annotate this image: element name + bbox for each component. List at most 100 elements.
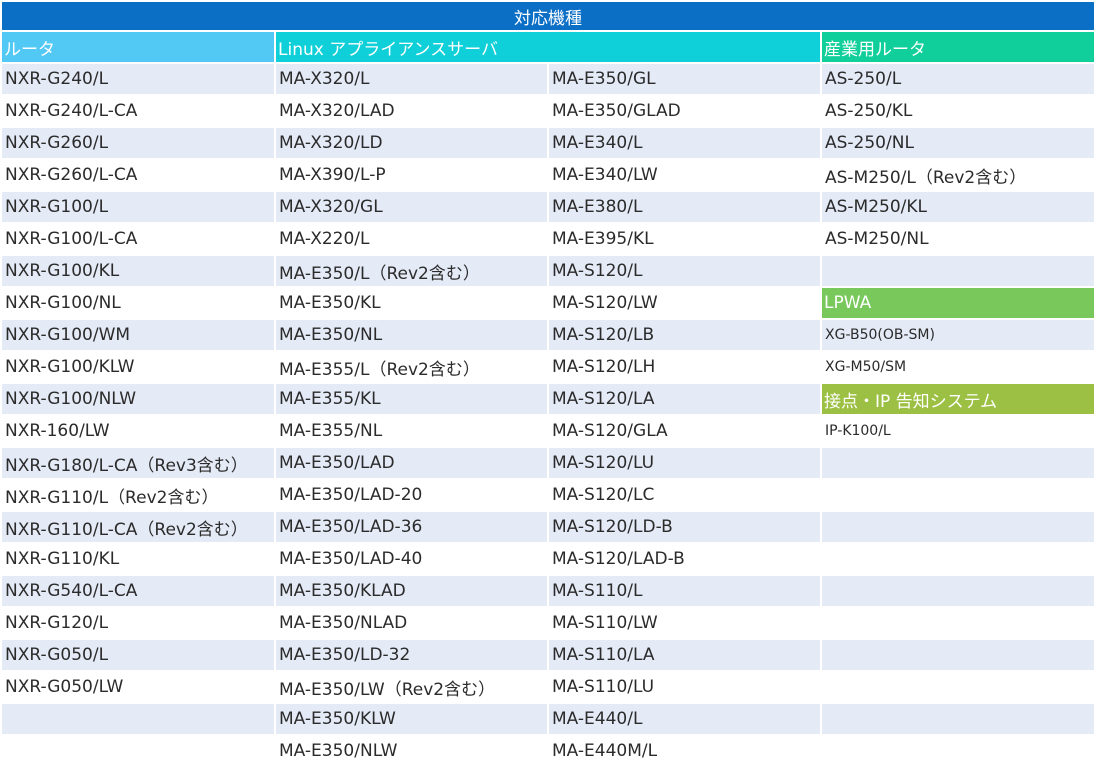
linux-model-cell: MA-S110/LU xyxy=(549,672,820,702)
router-model-cell xyxy=(2,704,274,734)
table-row: NXR-G110/L-CA（Rev2含む） MA-E350/LAD-36 MA-S1… xyxy=(2,512,1094,542)
linux-model-cell: MA-S120/LAD-B xyxy=(549,544,820,574)
table-row: NXR-G100/NL MA-E350/KL MA-S120/LW LPWA xyxy=(2,288,1094,318)
alarm-model-cell xyxy=(822,448,1094,478)
table-row: NXR-G050/LW MA-E350/LW（Rev2含む） MA-S110/LU xyxy=(2,672,1094,702)
linux-model-cell: MA-S120/LW xyxy=(549,288,820,318)
alarm-model-cell xyxy=(822,512,1094,542)
table-row: NXR-G100/NLW MA-E355/KL MA-S120/LA 接点・IP 告知… xyxy=(2,384,1094,414)
alarm-model-cell xyxy=(822,576,1094,606)
linux-model-cell: MA-E380/L xyxy=(549,192,820,222)
table-row: NXR-160/LW MA-E355/NL MA-S120/GLA IP-K100/L xyxy=(2,416,1094,446)
table-row: MA-E350/NLW MA-E440M/L xyxy=(2,736,1094,766)
table-row: NXR-G240/L MA-X320/L MA-E350/GL AS-250/L xyxy=(2,64,1094,94)
linux-model-cell: MA-E350/NLW xyxy=(276,736,547,766)
linux-model-cell: MA-S120/LB xyxy=(549,320,820,350)
alarm-system-header: 接点・IP 告知システム xyxy=(822,384,1094,414)
table-row: NXR-G260/L-CA MA-X390/L-P MA-E340/LW AS-M25… xyxy=(2,160,1094,190)
router-model-cell: NXR-G100/KLW xyxy=(2,352,274,382)
industrial-model-cell: AS-250/NL xyxy=(822,128,1094,158)
table-row: MA-E350/KLW MA-E440/L xyxy=(2,704,1094,734)
alarm-model-cell xyxy=(822,640,1094,670)
router-model-cell: NXR-G240/L xyxy=(2,64,274,94)
table-row: NXR-G110/L（Rev2含む） MA-E350/LAD-20 MA-S120/… xyxy=(2,480,1094,510)
router-model-cell: NXR-G100/WM xyxy=(2,320,274,350)
linux-model-cell: MA-E355/L（Rev2含む） xyxy=(276,352,547,382)
table-row: NXR-G260/L MA-X320/LD MA-E340/L AS-250/NL xyxy=(2,128,1094,158)
linux-model-cell: MA-S120/L xyxy=(549,256,820,286)
linux-model-cell: MA-X220/L xyxy=(276,224,547,254)
table-row: NXR-G110/KL MA-E350/LAD-40 MA-S120/LAD-B xyxy=(2,544,1094,574)
linux-model-cell: MA-E340/LW xyxy=(549,160,820,190)
lpwa-model-cell: XG-B50(OB-SM) xyxy=(822,320,1094,350)
linux-model-cell: MA-X320/LD xyxy=(276,128,547,158)
router-model-cell: NXR-G110/KL xyxy=(2,544,274,574)
linux-model-cell: MA-S120/LU xyxy=(549,448,820,478)
table-row: NXR-G100/WM MA-E350/NL MA-S120/LB XG-B50(OB… xyxy=(2,320,1094,350)
router-model-cell: NXR-G050/L xyxy=(2,640,274,670)
linux-model-cell: MA-X390/L-P xyxy=(276,160,547,190)
table-row: NXR-G180/L-CA（Rev3含む） MA-E350/LAD MA-S120/… xyxy=(2,448,1094,478)
table-row: NXR-G100/KLW MA-E355/L（Rev2含む） MA-S120/LH X… xyxy=(2,352,1094,382)
model-rows: NXR-G240/L MA-X320/L MA-E350/GL AS-250/L NXR… xyxy=(2,64,1094,766)
table-row: NXR-G100/KL MA-E350/L（Rev2含む） MA-S120/L xyxy=(2,256,1094,286)
router-model-cell: NXR-G100/L xyxy=(2,192,274,222)
industrial-model-cell: AS-M250/KL xyxy=(822,192,1094,222)
industrial-model-cell: AS-M250/NL xyxy=(822,224,1094,254)
table-row: NXR-G050/L MA-E350/LD-32 MA-S110/LA xyxy=(2,640,1094,670)
linux-model-cell: MA-S110/LW xyxy=(549,608,820,638)
alarm-model-cell xyxy=(822,608,1094,638)
industrial-model-cell xyxy=(822,256,1094,286)
alarm-model-cell xyxy=(822,544,1094,574)
linux-model-cell: MA-X320/LAD xyxy=(276,96,547,126)
supported-models-table: 対応機種 ルータ Linux アプライアンスサーバ 産業用ルータ NXR-G24… xyxy=(0,0,1096,768)
alarm-model-cell: IP-K100/L xyxy=(822,416,1094,446)
router-model-cell: NXR-G100/NL xyxy=(2,288,274,318)
router-model-cell: NXR-G100/KL xyxy=(2,256,274,286)
linux-model-cell: MA-E395/KL xyxy=(549,224,820,254)
router-model-cell: NXR-G540/L-CA xyxy=(2,576,274,606)
linux-model-cell: MA-S110/LA xyxy=(549,640,820,670)
router-model-cell: NXR-G120/L xyxy=(2,608,274,638)
router-model-cell: NXR-G100/NLW xyxy=(2,384,274,414)
linux-model-cell: MA-E350/LW（Rev2含む） xyxy=(276,672,547,702)
industrial-model-cell: AS-250/KL xyxy=(822,96,1094,126)
linux-model-cell: MA-E350/L（Rev2含む） xyxy=(276,256,547,286)
linux-model-cell: MA-E350/GL xyxy=(549,64,820,94)
router-model-cell: NXR-G100/L-CA xyxy=(2,224,274,254)
linux-model-cell: MA-S110/L xyxy=(549,576,820,606)
linux-model-cell: MA-S120/LA xyxy=(549,384,820,414)
linux-model-cell: MA-E350/LAD xyxy=(276,448,547,478)
industrial-model-cell: AS-M250/L（Rev2含む） xyxy=(822,160,1094,190)
table-row: NXR-G240/L-CA MA-X320/LAD MA-E350/GLAD AS-2… xyxy=(2,96,1094,126)
table-row: NXR-G540/L-CA MA-E350/KLAD MA-S110/L xyxy=(2,576,1094,606)
linux-model-cell: MA-E350/KLAD xyxy=(276,576,547,606)
industrial-model-cell: AS-250/L xyxy=(822,64,1094,94)
linux-model-cell: MA-E355/NL xyxy=(276,416,547,446)
alarm-model-cell xyxy=(822,672,1094,702)
linux-model-cell: MA-X320/GL xyxy=(276,192,547,222)
industrial-router-header: 産業用ルータ xyxy=(822,32,1094,62)
router-model-cell: NXR-G110/L-CA（Rev2含む） xyxy=(2,512,274,542)
router-model-cell: NXR-G110/L（Rev2含む） xyxy=(2,480,274,510)
router-model-cell xyxy=(2,736,274,766)
linux-model-cell: MA-E350/LAD-40 xyxy=(276,544,547,574)
linux-model-cell: MA-E355/KL xyxy=(276,384,547,414)
linux-model-cell: MA-E350/NL xyxy=(276,320,547,350)
router-model-cell: NXR-160/LW xyxy=(2,416,274,446)
table-row: NXR-G100/L MA-X320/GL MA-E380/L AS-M250/KL xyxy=(2,192,1094,222)
lpwa-header: LPWA xyxy=(822,288,1094,318)
router-model-cell: NXR-G260/L-CA xyxy=(2,160,274,190)
router-header: ルータ xyxy=(2,32,274,62)
linux-model-cell: MA-E440M/L xyxy=(549,736,820,766)
alarm-model-cell xyxy=(822,736,1094,766)
linux-model-cell: MA-E340/L xyxy=(549,128,820,158)
lpwa-model-cell: XG-M50/SM xyxy=(822,352,1094,382)
linux-server-header: Linux アプライアンスサーバ xyxy=(276,32,820,62)
linux-model-cell: MA-E350/LAD-20 xyxy=(276,480,547,510)
router-model-cell: NXR-G260/L xyxy=(2,128,274,158)
linux-model-cell: MA-E350/LD-32 xyxy=(276,640,547,670)
linux-model-cell: MA-S120/LC xyxy=(549,480,820,510)
table-row: NXR-G120/L MA-E350/NLAD MA-S110/LW xyxy=(2,608,1094,638)
linux-model-cell: MA-S120/LD-B xyxy=(549,512,820,542)
